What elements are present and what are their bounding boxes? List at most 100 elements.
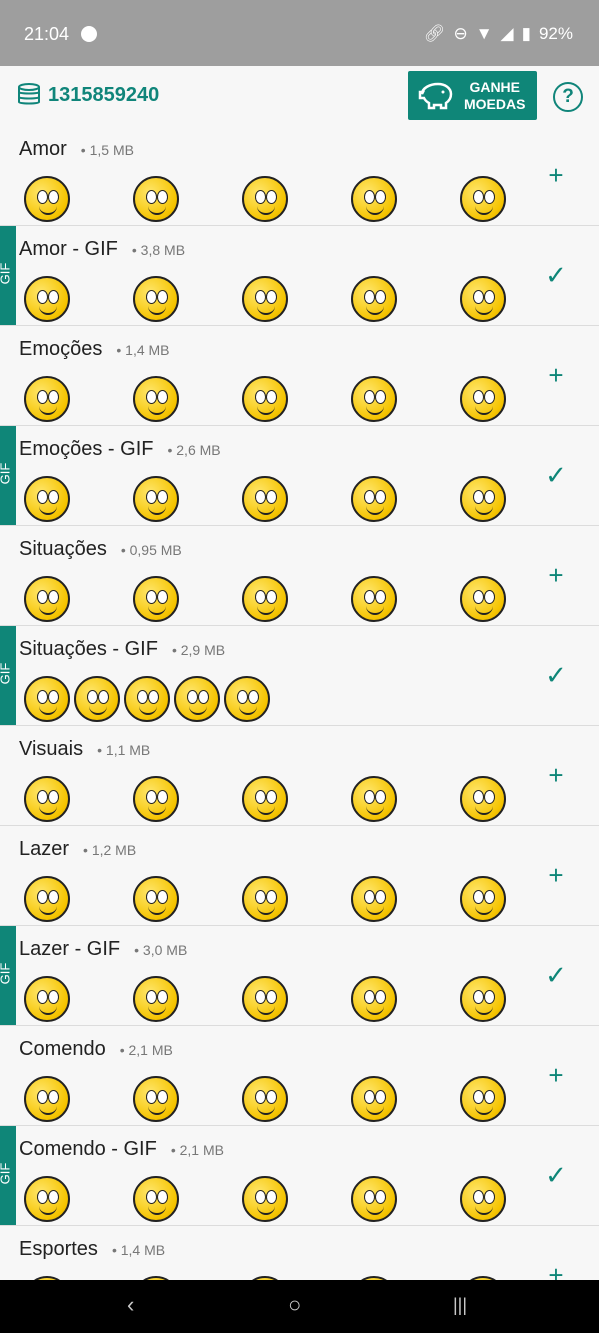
sticker-preview — [240, 874, 288, 922]
add-pack-button[interactable]: + — [544, 762, 568, 788]
sticker-preview — [349, 474, 397, 522]
sticker-preview — [22, 674, 70, 722]
pack-title: Comendo • 2,1 MB — [19, 1038, 173, 1060]
sticker-previews — [22, 674, 270, 722]
sticker-previews — [22, 1174, 506, 1222]
sticker-preview — [458, 274, 506, 322]
pack-size: • 1,4 MB — [116, 342, 170, 358]
sticker-preview — [22, 374, 70, 422]
sticker-preview — [240, 174, 288, 222]
back-icon[interactable]: ‹ — [127, 1292, 134, 1318]
pack-title: Esportes • 1,4 MB — [19, 1238, 166, 1260]
sticker-preview — [349, 1174, 397, 1222]
pack-title: Lazer - GIF • 3,0 MB — [19, 938, 188, 960]
sticker-previews — [22, 174, 506, 222]
earn-label-line1: GANHE — [469, 78, 520, 95]
pack-row[interactable]: GIF Lazer - GIF • 3,0 MB ✓ — [0, 926, 599, 1026]
pack-row[interactable]: Amor • 1,5 MB + — [0, 126, 599, 226]
installed-check-icon[interactable]: ✓ — [544, 662, 568, 688]
sticker-preview — [222, 674, 270, 722]
earn-coins-button[interactable]: GANHE MOEDAS — [408, 71, 537, 120]
sticker-preview — [458, 1174, 506, 1222]
pack-size: • 1,5 MB — [80, 142, 134, 158]
pack-size: • 2,6 MB — [167, 442, 221, 458]
sticker-preview — [240, 574, 288, 622]
home-icon[interactable]: ○ — [288, 1292, 301, 1318]
sticker-preview — [172, 674, 220, 722]
sticker-preview — [349, 174, 397, 222]
sticker-previews — [22, 874, 506, 922]
sticker-preview — [458, 974, 506, 1022]
sticker-preview — [131, 474, 179, 522]
installed-check-icon[interactable]: ✓ — [544, 262, 568, 288]
status-icons: 🔗︎ ⊖ ▼ ◢ ▮ 92% — [424, 24, 573, 44]
sticker-previews — [22, 1074, 506, 1122]
pack-title: Comendo - GIF • 2,1 MB — [19, 1138, 224, 1160]
sticker-preview — [72, 674, 120, 722]
pack-row[interactable]: Situações • 0,95 MB + — [0, 526, 599, 626]
sticker-preview — [240, 774, 288, 822]
pack-row[interactable]: GIF Comendo - GIF • 2,1 MB ✓ — [0, 1126, 599, 1226]
sticker-preview — [458, 174, 506, 222]
sticker-pack-list[interactable]: Amor • 1,5 MB + GIF Amor - GIF • 3,8 MB ✓ Emoçõ… — [0, 126, 599, 1280]
sticker-preview — [122, 674, 170, 722]
add-pack-button[interactable]: + — [544, 562, 568, 588]
notification-dot-icon — [81, 26, 97, 42]
sticker-preview — [22, 474, 70, 522]
pack-title: Situações - GIF • 2,9 MB — [19, 638, 226, 660]
pack-row[interactable]: Lazer • 1,2 MB + — [0, 826, 599, 926]
link-icon: 🔗︎ — [423, 24, 446, 43]
add-pack-button[interactable]: + — [544, 862, 568, 888]
sticker-preview — [131, 1074, 179, 1122]
pack-size: • 2,1 MB — [119, 1042, 173, 1058]
pack-title: Emoções • 1,4 MB — [19, 338, 170, 360]
earn-label-line2: MOEDAS — [464, 95, 526, 112]
sticker-preview — [240, 1174, 288, 1222]
pack-row[interactable]: Esportes • 1,4 MB + — [0, 1226, 599, 1280]
sticker-preview — [131, 874, 179, 922]
pack-title: Amor • 1,5 MB — [19, 138, 134, 160]
gif-tag: GIF — [0, 426, 16, 525]
pack-row[interactable]: Comendo • 2,1 MB + — [0, 1026, 599, 1126]
add-pack-button[interactable]: + — [544, 1062, 568, 1088]
pack-row[interactable]: GIF Emoções - GIF • 2,6 MB ✓ — [0, 426, 599, 526]
sticker-preview — [22, 774, 70, 822]
installed-check-icon[interactable]: ✓ — [544, 462, 568, 488]
pack-size: • 3,8 MB — [131, 242, 186, 258]
signal-icon: ◢ — [500, 24, 514, 43]
sticker-preview — [131, 374, 179, 422]
sticker-preview — [240, 474, 288, 522]
dnd-icon: ⊖ — [453, 24, 468, 43]
installed-check-icon[interactable]: ✓ — [544, 962, 568, 988]
pack-row[interactable]: GIF Situações - GIF • 2,9 MB ✓ — [0, 626, 599, 726]
sticker-preview — [22, 1174, 70, 1222]
add-pack-button[interactable]: + — [544, 162, 568, 188]
pack-row[interactable]: Emoções • 1,4 MB + — [0, 326, 599, 426]
sticker-preview — [131, 274, 179, 322]
pack-row[interactable]: Visuais • 1,1 MB + — [0, 726, 599, 826]
gif-tag: GIF — [0, 926, 16, 1025]
sticker-preview — [458, 1074, 506, 1122]
sticker-preview — [458, 774, 506, 822]
sticker-preview — [131, 174, 179, 222]
sticker-preview — [22, 1074, 70, 1122]
clock: 21:04 — [24, 24, 70, 44]
sticker-preview — [458, 874, 506, 922]
sticker-preview — [349, 274, 397, 322]
pack-size: • 1,2 MB — [83, 842, 137, 858]
sticker-preview — [240, 974, 288, 1022]
pack-size: • 1,4 MB — [111, 1242, 166, 1258]
sticker-preview — [240, 374, 288, 422]
piggy-bank-icon — [418, 82, 453, 109]
sticker-preview — [349, 374, 397, 422]
add-pack-button[interactable]: + — [544, 1262, 568, 1280]
recents-icon[interactable]: ||| — [453, 1295, 467, 1316]
installed-check-icon[interactable]: ✓ — [544, 1162, 568, 1188]
add-pack-button[interactable]: + — [544, 362, 568, 388]
sticker-preview — [458, 474, 506, 522]
help-button[interactable]: ? — [553, 82, 583, 112]
pack-row[interactable]: GIF Amor - GIF • 3,8 MB ✓ — [0, 226, 599, 326]
sticker-preview — [22, 574, 70, 622]
pack-size: • 1,1 MB — [97, 742, 151, 758]
pack-size: • 2,9 MB — [171, 642, 226, 658]
